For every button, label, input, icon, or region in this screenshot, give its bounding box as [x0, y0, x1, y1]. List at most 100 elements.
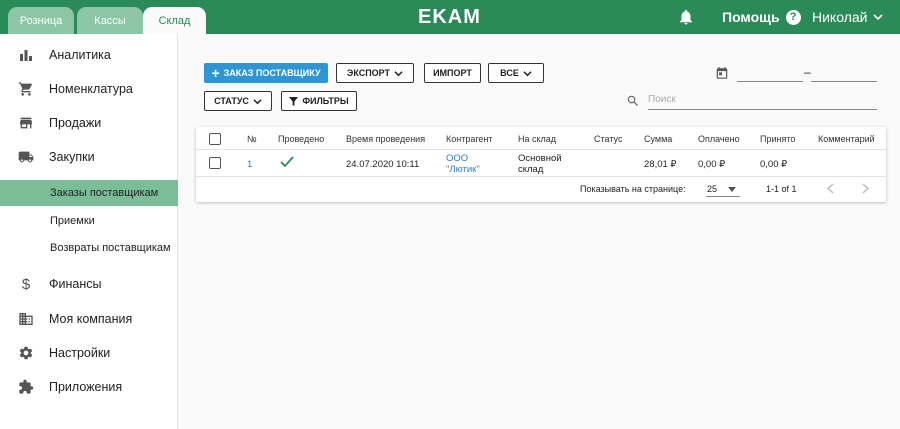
paid-cell: 0,00 ₽ [698, 159, 726, 170]
per-page-label: Показывать на странице: [580, 184, 686, 194]
button-label: СТАТУС [214, 96, 249, 106]
column-header[interactable]: Статус [594, 134, 622, 144]
sidebar-item-sales[interactable]: Продажи [0, 108, 178, 138]
sidebar-subitem-label: Возвраты поставщикам [50, 242, 171, 254]
import-button[interactable]: ИМПОРТ [424, 63, 481, 83]
sidebar-subitem-supplier-returns[interactable]: Возвраты поставщикам [0, 235, 178, 261]
top-bar: Розница Кассы Склад EKAM Помощь ? Никола… [0, 0, 900, 34]
column-header[interactable]: Время проведения [346, 134, 425, 144]
column-header[interactable]: Оплачено [698, 134, 740, 144]
sidebar: Аналитика Номенклатура Продажи Закупки З… [0, 34, 178, 429]
posting-time: 24.07.2020 10:11 [346, 159, 420, 170]
row-checkbox[interactable] [209, 157, 221, 169]
button-label: ЗАКАЗ ПОСТАВЩИКУ [223, 68, 321, 78]
chevron-down-icon [394, 70, 403, 76]
counterparty-line: ООО [446, 153, 469, 164]
puzzle-icon [18, 379, 34, 395]
chevron-right-icon[interactable] [861, 183, 870, 194]
chevron-down-icon [523, 70, 532, 76]
chevron-down-icon [873, 14, 884, 21]
button-label: ЭКСПОРТ [346, 68, 391, 78]
tab-warehouse[interactable]: Склад [143, 7, 206, 34]
sidebar-item-label: Закупки [49, 150, 95, 164]
chevron-left-icon[interactable] [826, 183, 835, 194]
sidebar-item-nomenclature[interactable]: Номенклатура [0, 74, 178, 104]
date-from-input[interactable] [737, 66, 803, 82]
tab-retail[interactable]: Розница [8, 7, 74, 34]
orders-table: № Проведено Время проведения Контрагент … [196, 127, 886, 202]
caret-down-icon [728, 187, 736, 192]
sidebar-item-label: Финансы [49, 277, 102, 291]
select-all-checkbox[interactable] [209, 133, 221, 145]
export-button[interactable]: ЭКСПОРТ [336, 63, 414, 83]
cart-icon [18, 81, 34, 97]
tab-label: Розница [19, 14, 63, 27]
warehouse: Основной склад [518, 153, 562, 175]
accepted-cell: 0,00 ₽ [760, 159, 788, 170]
button-label: ВСЕ [500, 68, 519, 78]
column-header[interactable]: № [247, 134, 257, 144]
check-icon [280, 156, 294, 168]
search-placeholder: Поиск [648, 94, 676, 105]
per-page-value: 25 [707, 184, 718, 194]
tab-label: Кассы [94, 14, 126, 27]
date-to-input[interactable] [811, 66, 877, 82]
status-filter-button[interactable]: СТАТУС [204, 91, 272, 111]
calendar-icon[interactable] [715, 66, 729, 81]
bell-icon[interactable] [677, 8, 695, 26]
date-separator: – [804, 65, 811, 79]
column-header[interactable]: На склад [518, 134, 556, 144]
help-label: Помощь [722, 9, 780, 25]
user-name: Николай [812, 9, 868, 25]
tab-cash-registers[interactable]: Кассы [77, 7, 143, 34]
all-select[interactable]: ВСЕ [488, 63, 544, 83]
sidebar-item-label: Аналитика [49, 48, 111, 62]
question-icon: ? [785, 9, 801, 25]
sidebar-item-label: Приложения [49, 380, 123, 394]
logo: EKAM [418, 6, 481, 28]
sidebar-item-apps[interactable]: Приложения [0, 372, 178, 402]
button-label: ИМПОРТ [433, 68, 472, 78]
divider [196, 176, 886, 177]
user-menu[interactable]: Николай [812, 9, 884, 25]
sidebar-subitem-supplier-orders[interactable]: Заказы поставщикам [0, 180, 178, 206]
add-supplier-order-button[interactable]: + ЗАКАЗ ПОСТАВЩИКУ [204, 63, 328, 83]
sidebar-item-settings[interactable]: Настройки [0, 338, 178, 368]
page-range: 1-1 of 1 [766, 184, 797, 194]
help-button[interactable]: Помощь ? [722, 9, 801, 25]
store-icon [18, 115, 34, 131]
button-label: ФИЛЬТРЫ [302, 96, 349, 106]
counterparty-link[interactable]: ООО "Лютик" [446, 153, 480, 175]
per-page-select[interactable]: 25 [706, 182, 740, 197]
building-icon [18, 311, 34, 327]
search-icon [627, 95, 638, 106]
bar-chart-icon [18, 47, 34, 63]
column-header[interactable]: Проведено [278, 134, 324, 144]
sidebar-item-label: Настройки [49, 346, 111, 360]
counterparty-line: "Лютик" [446, 164, 480, 175]
search-input[interactable]: Поиск [648, 94, 877, 110]
sidebar-item-label: Продажи [49, 116, 102, 130]
truck-icon [18, 149, 34, 165]
warehouse-line: Основной [518, 153, 562, 164]
plus-icon: + [211, 65, 220, 81]
sidebar-item-label: Номенклатура [49, 82, 133, 96]
warehouse-line: склад [518, 164, 544, 175]
sidebar-subitem-label: Приемки [50, 215, 95, 227]
column-header[interactable]: Принято [760, 134, 795, 144]
gear-icon [18, 345, 34, 361]
chevron-down-icon [253, 98, 262, 104]
filters-button[interactable]: ФИЛЬТРЫ [281, 91, 357, 111]
dollar-icon: $ [21, 275, 31, 293]
sidebar-subitem-label: Заказы поставщикам [50, 187, 159, 199]
sidebar-item-purchases[interactable]: Закупки [0, 142, 178, 172]
sidebar-item-finance[interactable]: $ Финансы [0, 269, 178, 299]
sum-cell: 28,01 ₽ [644, 159, 677, 170]
sidebar-item-analytics[interactable]: Аналитика [0, 40, 178, 70]
column-header[interactable]: Контрагент [446, 134, 493, 144]
column-header[interactable]: Сумма [644, 134, 672, 144]
sidebar-item-my-company[interactable]: Моя компания [0, 304, 178, 334]
sidebar-subitem-receipts[interactable]: Приемки [0, 208, 178, 234]
row-number-link[interactable]: 1 [247, 159, 252, 170]
column-header[interactable]: Комментарий [818, 134, 875, 144]
